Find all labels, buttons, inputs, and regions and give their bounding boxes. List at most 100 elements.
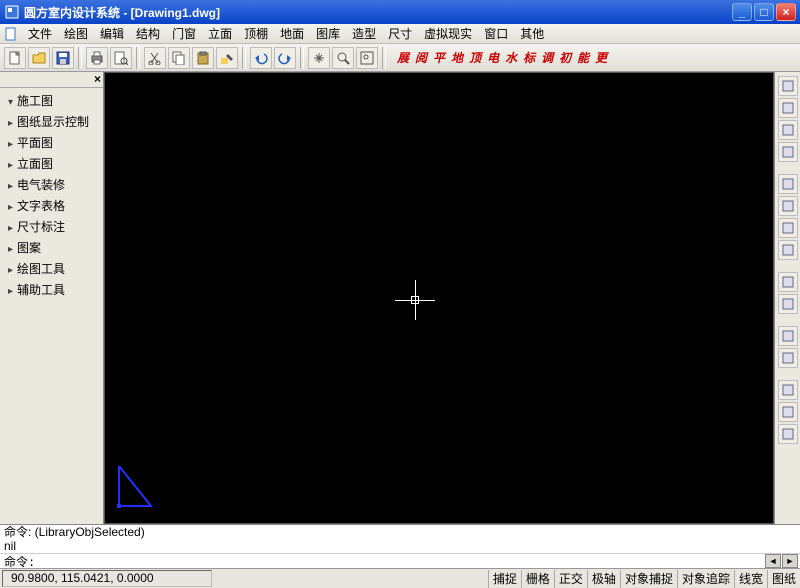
red-tab-4[interactable]: 顶	[466, 49, 484, 66]
menu-other[interactable]: 其他	[514, 24, 550, 43]
red-tab-7[interactable]: 标	[520, 49, 538, 66]
menu-dimension[interactable]: 尺寸	[382, 24, 418, 43]
command-line-1: 命令: (LibraryObjSelected)	[4, 525, 796, 539]
zoom-out-icon[interactable]	[778, 196, 798, 216]
command-history: 命令: (LibraryObjSelected) nil	[0, 525, 800, 553]
titlebar: 圆方室内设计系统 - [Drawing1.dwg] _ □ ×	[0, 0, 800, 24]
maximize-button[interactable]: □	[754, 3, 774, 21]
open-file-icon[interactable]	[28, 47, 50, 69]
command-line-2: nil	[4, 539, 796, 553]
tree-item-8[interactable]: 绘图工具	[4, 258, 99, 279]
menu-file[interactable]: 文件	[22, 24, 58, 43]
red-tab-9[interactable]: 初	[556, 49, 574, 66]
menu-floor[interactable]: 地面	[274, 24, 310, 43]
side-panel: × 施工图图纸显示控制平面图立面图电气装修文字表格尺寸标注图案绘图工具辅助工具	[0, 72, 104, 524]
linetype-icon[interactable]	[778, 120, 798, 140]
tree-item-1[interactable]: 图纸显示控制	[4, 111, 99, 132]
dim-aligned-icon[interactable]	[778, 294, 798, 314]
zoom-window-icon[interactable]	[778, 218, 798, 238]
status-toggles: 捕捉栅格正交极轴对象捕捉对象追踪线宽图纸	[488, 570, 800, 588]
scroll-left-button[interactable]: ◄	[765, 554, 781, 568]
close-button[interactable]: ×	[776, 3, 796, 21]
lineweight-icon[interactable]	[778, 142, 798, 162]
red-tabs: 展阅平地顶电水标调初能更	[394, 49, 610, 66]
redo-icon[interactable]	[274, 47, 296, 69]
match-icon[interactable]	[778, 402, 798, 422]
zoom-previous-icon[interactable]	[778, 348, 798, 368]
menu-elevation[interactable]: 立面	[202, 24, 238, 43]
menu-draw[interactable]: 绘图	[58, 24, 94, 43]
menu-edit[interactable]: 编辑	[94, 24, 130, 43]
paste-icon[interactable]	[192, 47, 214, 69]
menu-ceiling[interactable]: 顶棚	[238, 24, 274, 43]
menu-window[interactable]: 窗口	[478, 24, 514, 43]
new-file-icon[interactable]	[4, 47, 26, 69]
tree-item-0[interactable]: 施工图	[4, 90, 99, 111]
pan-realtime-icon[interactable]	[778, 326, 798, 346]
zoom-extents-icon[interactable]	[356, 47, 378, 69]
tree-item-9[interactable]: 辅助工具	[4, 279, 99, 300]
tree-item-7[interactable]: 图案	[4, 237, 99, 258]
red-tab-11[interactable]: 更	[592, 49, 610, 66]
red-tab-0[interactable]: 展	[394, 49, 412, 66]
cut-icon[interactable]	[144, 47, 166, 69]
tree-item-3[interactable]: 立面图	[4, 153, 99, 174]
scroll-right-button[interactable]: ►	[782, 554, 798, 568]
zoom-realtime-icon[interactable]	[778, 240, 798, 260]
status-toggle-0[interactable]: 捕捉	[488, 570, 521, 588]
status-toggle-4[interactable]: 对象捕捉	[620, 570, 677, 588]
layer-icon[interactable]	[778, 76, 798, 96]
red-tab-5[interactable]: 电	[484, 49, 502, 66]
menu-vr[interactable]: 虚拟现实	[418, 24, 478, 43]
dim-linear-icon[interactable]	[778, 272, 798, 292]
status-coords: 90.9800, 115.0421, 0.0000	[2, 570, 212, 587]
minimize-button[interactable]: _	[732, 3, 752, 21]
print-icon[interactable]	[86, 47, 108, 69]
side-panel-close-icon[interactable]: ×	[94, 72, 101, 87]
status-toggle-5[interactable]: 对象追踪	[677, 570, 734, 588]
drawing-canvas[interactable]	[104, 72, 774, 524]
tree-item-6[interactable]: 尺寸标注	[4, 216, 99, 237]
standard-toolbar: 展阅平地顶电水标调初能更	[0, 44, 800, 72]
red-tab-6[interactable]: 水	[502, 49, 520, 66]
undo-icon[interactable]	[250, 47, 272, 69]
red-tab-10[interactable]: 能	[574, 49, 592, 66]
main-area: × 施工图图纸显示控制平面图立面图电气装修文字表格尺寸标注图案绘图工具辅助工具	[0, 72, 800, 524]
status-toggle-6[interactable]: 线宽	[734, 570, 767, 588]
menu-structure[interactable]: 结构	[130, 24, 166, 43]
right-toolbar	[774, 72, 800, 524]
side-panel-header: ×	[0, 72, 103, 88]
copy-icon[interactable]	[168, 47, 190, 69]
color-icon[interactable]	[778, 98, 798, 118]
tree-item-2[interactable]: 平面图	[4, 132, 99, 153]
status-toggle-2[interactable]: 正交	[554, 570, 587, 588]
window-buttons: _ □ ×	[732, 3, 796, 21]
zoom-icon[interactable]	[332, 47, 354, 69]
tree-item-5[interactable]: 文字表格	[4, 195, 99, 216]
menu-library[interactable]: 图库	[310, 24, 346, 43]
arc-icon[interactable]	[778, 380, 798, 400]
properties-icon[interactable]	[778, 424, 798, 444]
command-input-row: 命令: ◄ ►	[0, 553, 800, 568]
red-tab-3[interactable]: 地	[448, 49, 466, 66]
zoom-in-icon[interactable]	[778, 174, 798, 194]
command-area: 命令: (LibraryObjSelected) nil 命令: ◄ ►	[0, 524, 800, 568]
menubar: 文件 绘图 编辑 结构 门窗 立面 顶棚 地面 图库 造型 尺寸 虚拟现实 窗口…	[0, 24, 800, 44]
status-toggle-7[interactable]: 图纸	[767, 570, 800, 588]
red-tab-1[interactable]: 阅	[412, 49, 430, 66]
doc-icon	[4, 27, 18, 41]
save-file-icon[interactable]	[52, 47, 74, 69]
menu-doorwindow[interactable]: 门窗	[166, 24, 202, 43]
command-input[interactable]	[35, 554, 760, 568]
command-scroll: ◄ ►	[760, 554, 800, 568]
print-preview-icon[interactable]	[110, 47, 132, 69]
window-title: 圆方室内设计系统 - [Drawing1.dwg]	[24, 4, 732, 21]
red-tab-2[interactable]: 平	[430, 49, 448, 66]
status-toggle-1[interactable]: 栅格	[521, 570, 554, 588]
red-tab-8[interactable]: 调	[538, 49, 556, 66]
match-prop-icon[interactable]	[216, 47, 238, 69]
pan-icon[interactable]	[308, 47, 330, 69]
menu-shape[interactable]: 造型	[346, 24, 382, 43]
tree-item-4[interactable]: 电气装修	[4, 174, 99, 195]
status-toggle-3[interactable]: 极轴	[587, 570, 620, 588]
